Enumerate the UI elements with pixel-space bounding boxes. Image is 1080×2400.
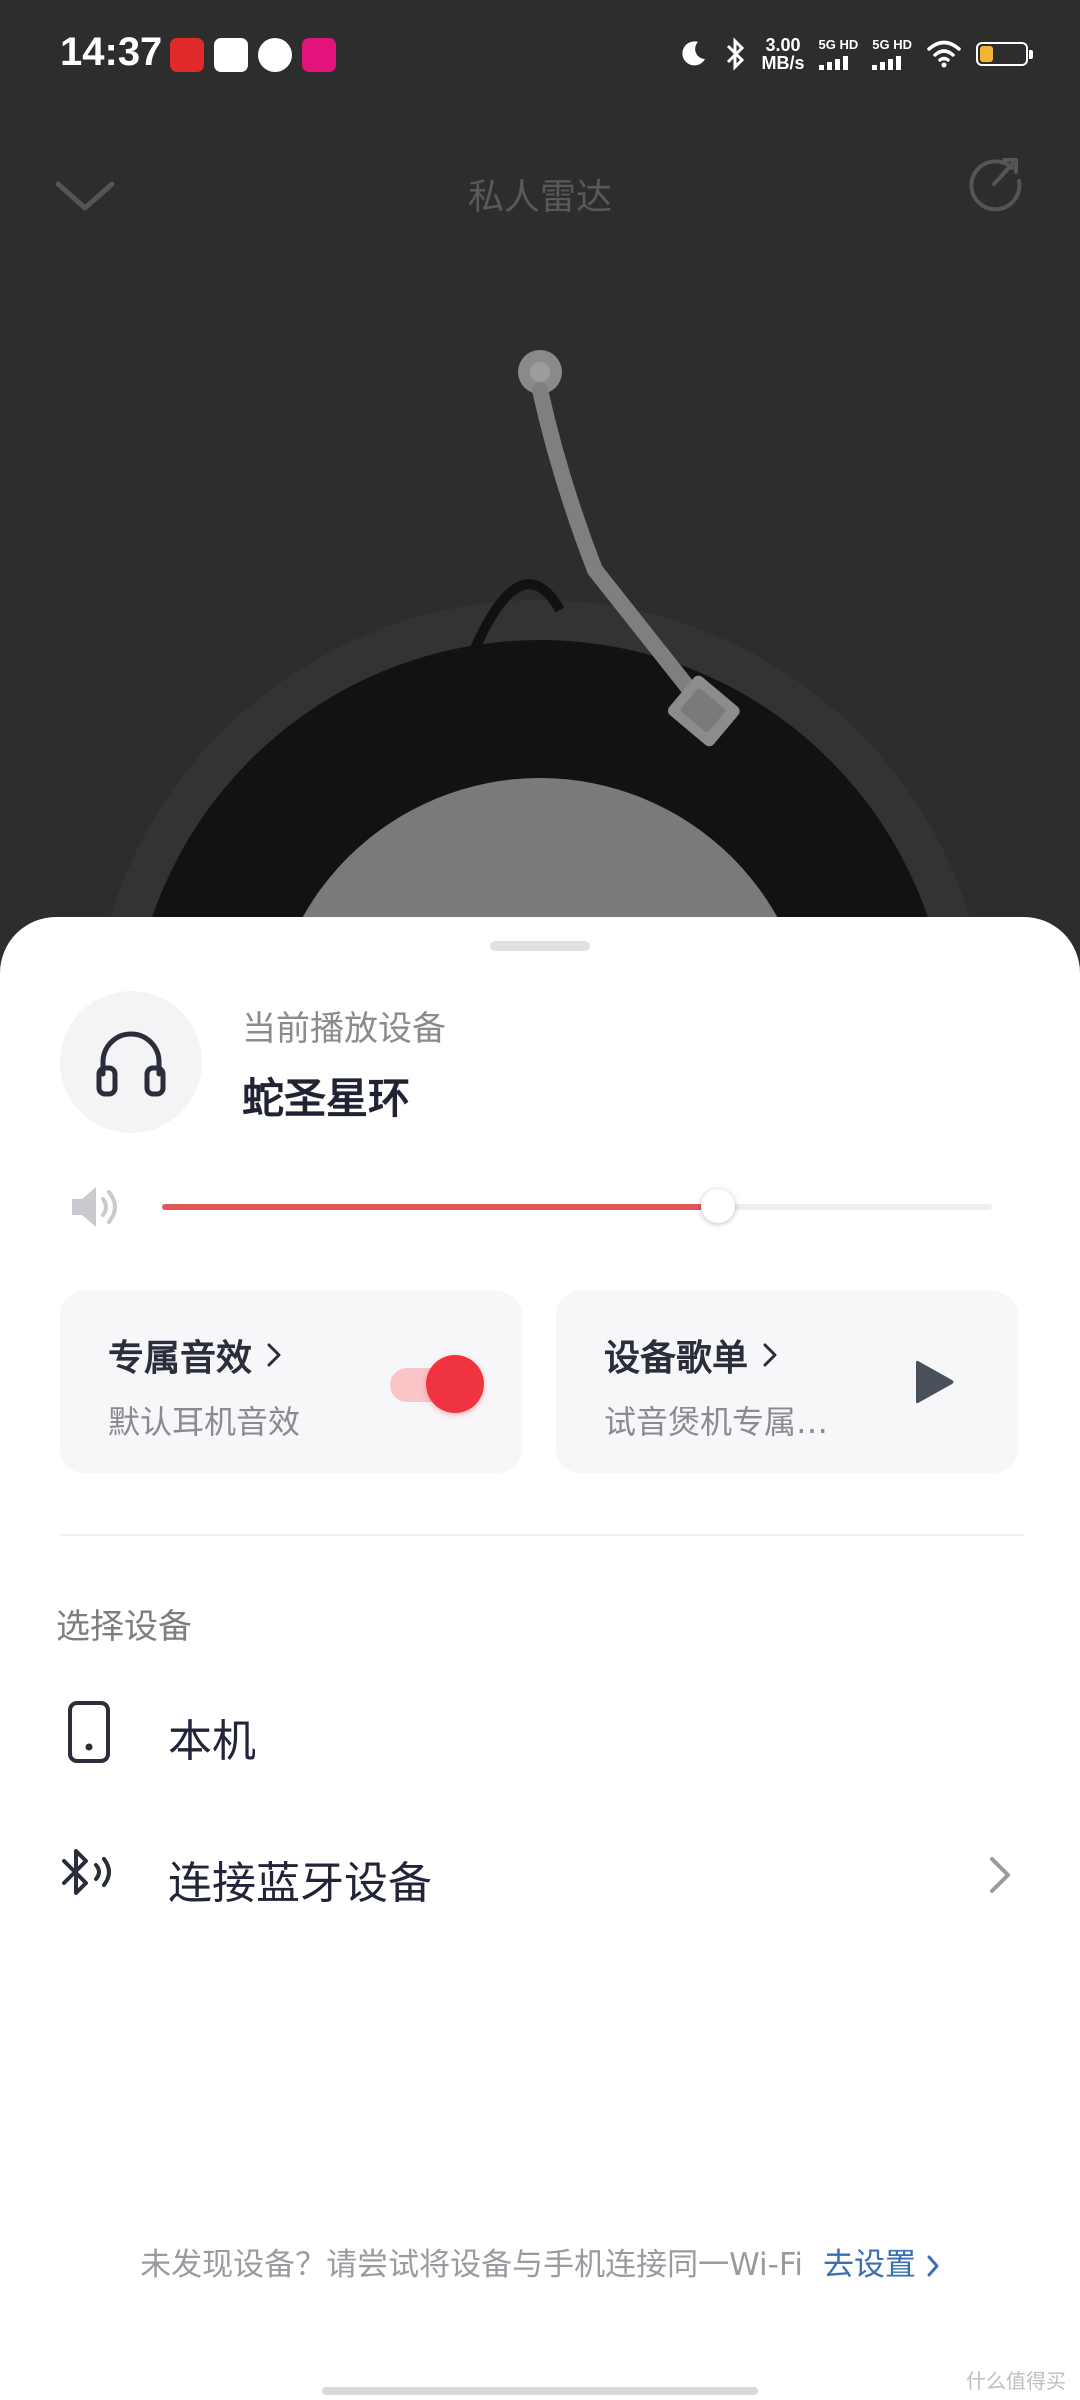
sheet-drag-handle[interactable] xyxy=(490,941,590,951)
sim1-signal-bars-icon xyxy=(818,54,859,70)
current-device-avatar xyxy=(60,991,202,1133)
section-divider xyxy=(60,1534,1024,1536)
network-speed-unit: MB/s xyxy=(761,53,805,73)
sound-effect-subtitle: 默认耳机音效 xyxy=(108,1403,301,1441)
sound-effect-card[interactable]: 专属音效 默认耳机音效 xyxy=(60,1291,522,1473)
bluetooth-icon xyxy=(62,1849,111,1895)
go-settings-link[interactable]: 去设置 xyxy=(823,2247,940,2283)
shop-notification-icon xyxy=(302,38,336,72)
sim2-label: 5G HD xyxy=(872,37,912,52)
phone-icon xyxy=(68,1701,110,1763)
qq-notification-icon xyxy=(214,38,248,72)
sim1-label: 5G HD xyxy=(818,37,859,52)
battery-icon xyxy=(976,42,1033,66)
volume-slider-fill xyxy=(162,1204,719,1210)
status-bar: 14:37 3.00 MB/s 5G HD 5G HD xyxy=(0,0,1080,116)
network-speed-value: 3.00 xyxy=(765,35,801,55)
device-row-label: 本机 xyxy=(168,1716,256,1767)
netease-music-notification-icon xyxy=(170,38,204,72)
chevron-right-icon xyxy=(990,1857,1010,1893)
network-speed: 3.00 MB/s xyxy=(762,36,805,72)
sim1-signal: 5G HD xyxy=(818,37,859,70)
share-icon[interactable] xyxy=(964,150,1026,212)
app-notification-icon xyxy=(258,38,292,72)
headphones-icon xyxy=(96,1031,166,1097)
output-device-sheet: 当前播放设备 蛇圣星环 专属音效 默认耳机音效 设备歌单 试音煲机专属… 选择设… xyxy=(0,917,1080,2400)
watermark: 什么值得买 xyxy=(966,2369,1066,2393)
status-time: 14:37 xyxy=(60,30,163,74)
speaker-volume-icon[interactable] xyxy=(66,1179,122,1235)
device-row-local[interactable]: 本机 xyxy=(0,1675,1080,1785)
current-device-label: 当前播放设备 xyxy=(242,1009,446,1049)
wifi-icon xyxy=(927,40,961,68)
device-row-label: 连接蓝牙设备 xyxy=(168,1858,432,1909)
sim2-signal: 5G HD xyxy=(872,38,912,70)
sound-effect-title[interactable]: 专属音效 xyxy=(108,1329,282,1381)
device-playlist-title-text: 设备歌单 xyxy=(604,1338,749,1379)
sound-effect-toggle[interactable] xyxy=(390,1355,490,1413)
device-playlist-title[interactable]: 设备歌单 xyxy=(604,1329,778,1381)
notification-icons xyxy=(170,38,336,72)
volume-slider[interactable] xyxy=(162,1189,992,1223)
home-indicator[interactable] xyxy=(322,2387,758,2395)
battery-level-fill xyxy=(980,46,993,62)
device-row-bluetooth[interactable]: 连接蓝牙设备 xyxy=(0,1817,1080,1927)
volume-slider-thumb[interactable] xyxy=(701,1189,736,1223)
footer-hint: 未发现设备？请尝试将设备与手机连接同一Wi-Fi 去设置 xyxy=(0,2239,1080,2284)
do-not-disturb-icon xyxy=(681,41,705,66)
player-background: 14:37 3.00 MB/s 5G HD 5G HD 私人雷达 xyxy=(0,0,1080,1030)
footer-hint-text: 未发现设备？请尝试将设备与手机连接同一Wi-Fi xyxy=(140,2247,804,2283)
go-settings-link-text: 去设置 xyxy=(823,2247,917,2283)
device-playlist-card[interactable]: 设备歌单 试音煲机专属… xyxy=(556,1291,1018,1473)
current-device-name: 蛇圣星环 xyxy=(242,1074,411,1123)
select-device-heading: 选择设备 xyxy=(56,1607,192,1647)
player-header: 私人雷达 xyxy=(0,150,1080,230)
page-title: 私人雷达 xyxy=(467,177,612,218)
chevron-right-icon xyxy=(927,2255,939,2277)
bluetooth-status-icon xyxy=(726,37,744,71)
device-playlist-subtitle: 试音煲机专属… xyxy=(604,1403,829,1441)
toggle-knob xyxy=(426,1355,484,1413)
chevron-right-icon xyxy=(763,1343,777,1367)
chevron-right-icon xyxy=(267,1343,281,1367)
sim2-signal-bars-icon xyxy=(872,54,912,70)
sound-effect-title-text: 专属音效 xyxy=(108,1338,253,1379)
play-icon[interactable] xyxy=(908,1357,958,1407)
status-indicators: 3.00 MB/s 5G HD 5G HD xyxy=(678,36,1033,72)
